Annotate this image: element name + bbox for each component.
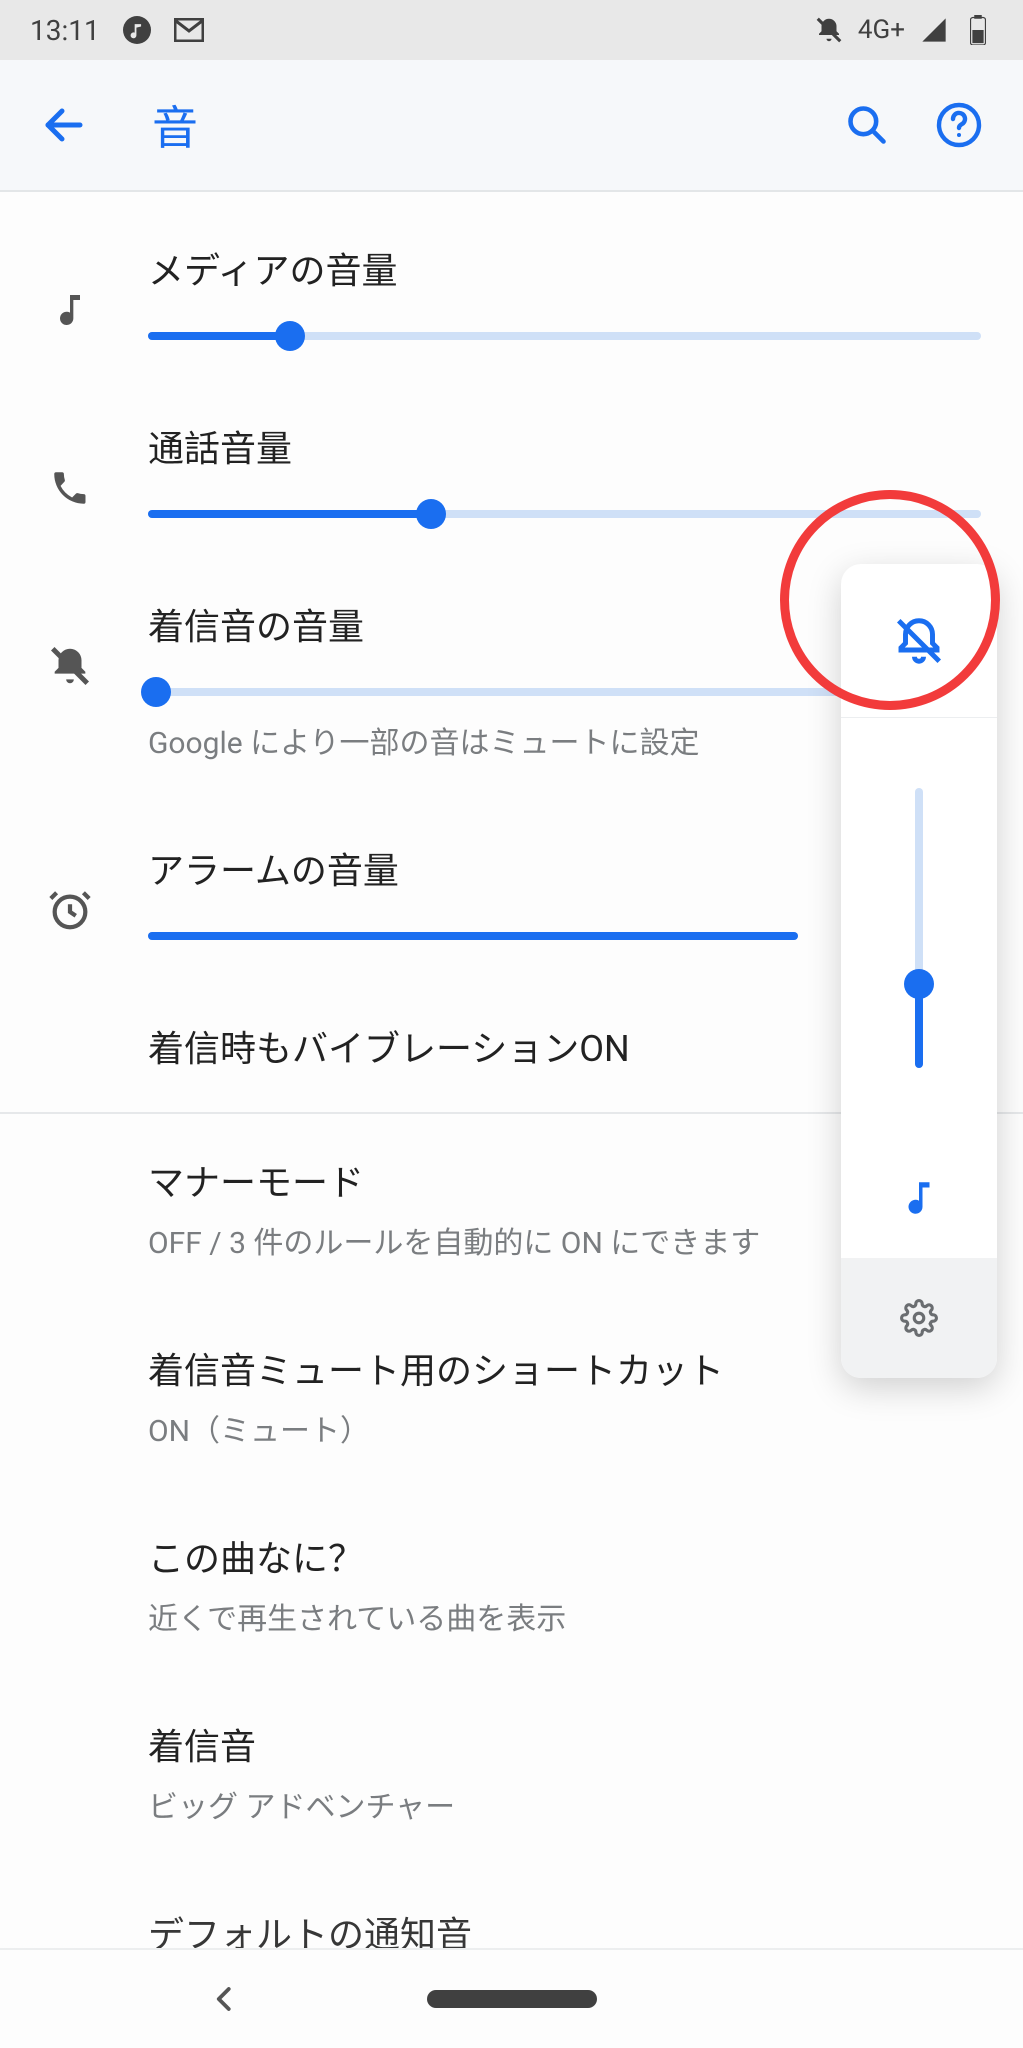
call-volume-slider[interactable] <box>148 510 981 518</box>
media-volume-row: メディアの音量 <box>0 202 1023 380</box>
ringtone-option[interactable]: 着信音 ビッグ アドベンチャー <box>0 1678 1023 1866</box>
status-bar: 13:11 4G+ <box>0 0 1023 60</box>
help-button[interactable] <box>931 97 987 153</box>
battery-icon <box>963 15 993 45</box>
volume-settings-button[interactable] <box>841 1258 997 1378</box>
volume-panel <box>841 564 997 1378</box>
music-status-icon <box>122 15 152 45</box>
now-playing-subtitle: 近くで再生されている曲を表示 <box>148 1594 981 1638</box>
call-volume-label: 通話音量 <box>148 420 981 472</box>
phone-icon <box>42 460 98 516</box>
page-title: 音 <box>152 92 198 158</box>
volume-mode-button[interactable] <box>841 564 997 718</box>
media-volume-label: メディアの音量 <box>148 242 981 294</box>
now-playing-title: この曲なに？ <box>148 1530 981 1582</box>
volume-stream-icon[interactable] <box>841 1138 997 1258</box>
nav-back-button[interactable] <box>210 1977 240 2021</box>
status-time: 13:11 <box>30 14 100 47</box>
alarm-volume-slider[interactable] <box>148 932 798 940</box>
back-button[interactable] <box>36 97 92 153</box>
alarm-clock-icon <box>42 882 98 938</box>
media-volume-slider[interactable] <box>148 332 981 340</box>
bell-off-icon <box>42 638 98 694</box>
app-bar: 音 <box>0 60 1023 192</box>
volume-panel-slider[interactable] <box>915 788 923 1068</box>
ringtone-title: 着信音 <box>148 1718 981 1770</box>
search-button[interactable] <box>839 97 895 153</box>
network-label: 4G+ <box>858 15 905 45</box>
signal-icon <box>919 15 949 45</box>
dnd-status-icon <box>814 15 844 45</box>
ringtone-subtitle: ビッグ アドベンチャー <box>148 1782 981 1826</box>
navigation-bar <box>0 1948 1023 2048</box>
mute-shortcut-subtitle: ON（ミュート） <box>148 1406 981 1450</box>
music-note-icon <box>42 282 98 338</box>
nav-home-pill[interactable] <box>427 1990 597 2008</box>
gmail-status-icon <box>174 15 204 45</box>
now-playing-option[interactable]: この曲なに？ 近くで再生されている曲を表示 <box>0 1490 1023 1678</box>
call-volume-row: 通話音量 <box>0 380 1023 558</box>
